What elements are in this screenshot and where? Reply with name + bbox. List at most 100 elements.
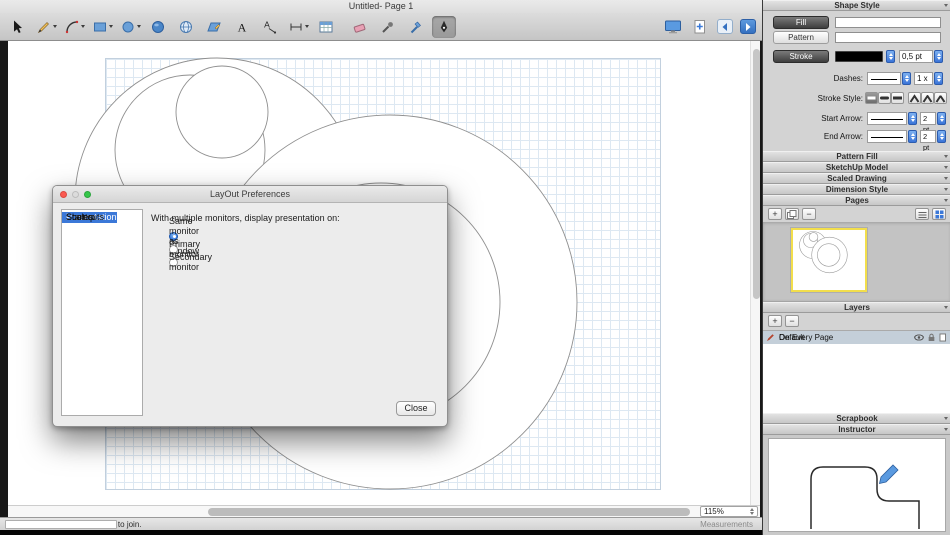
cap-square-button[interactable] [891,92,904,104]
page-list-view-button[interactable] [915,208,929,220]
chevron-down-icon [53,25,57,28]
add-page-button[interactable] [690,16,710,38]
select-tool-button[interactable] [6,16,30,38]
collapse-icon[interactable] [944,177,948,180]
fill-button[interactable]: Fill [773,16,829,29]
rectangle-tool-button[interactable] [90,16,114,38]
fill-color-swatch[interactable] [835,17,941,28]
start-arrow-size-stepper[interactable] [937,112,946,125]
vertical-scrollbar-thumb[interactable] [753,49,760,299]
collapse-icon[interactable] [944,166,948,169]
style-tool-button[interactable] [376,16,400,38]
end-arrow-size-stepper[interactable] [937,130,946,143]
collapse-icon[interactable] [944,155,948,158]
arrow-left-icon [720,22,730,32]
share-page-icon[interactable] [939,333,947,342]
stroke-width-value[interactable]: 0,5 pt [899,50,933,63]
chevron-down-icon [109,25,113,28]
close-button[interactable]: Close [396,401,436,416]
add-layer-button[interactable]: + [768,315,782,327]
horizontal-scrollbar-thumb[interactable] [208,508,690,516]
start-presentation-button[interactable] [663,16,683,38]
close-window-icon[interactable] [60,191,67,198]
label-tool-button[interactable]: A [258,16,282,38]
join-tool-button[interactable] [432,16,456,38]
panel-header-layers[interactable]: Layers [763,302,950,313]
panel-header-dimension-style[interactable]: Dimension Style [763,184,950,195]
vertical-scrollbar[interactable] [750,41,760,505]
end-arrow-style-stepper[interactable] [908,130,917,143]
end-arrow-dropdown[interactable] [867,130,907,143]
panel-header-pattern-fill[interactable]: Pattern Fill [763,151,950,162]
add-page-small-button[interactable]: + [768,208,782,220]
lock-icon[interactable] [927,333,936,342]
end-arrow-size[interactable]: 2 pt [920,130,936,143]
dashes-scale-value[interactable]: 1 x [914,72,933,85]
collapse-icon[interactable] [944,199,948,202]
freehand-tool-button[interactable] [202,16,226,38]
panel-header-scrapbook[interactable]: Scrapbook [763,413,950,424]
collapse-icon[interactable] [944,188,948,191]
collapse-icon[interactable] [944,417,948,420]
table-tool-button[interactable] [314,16,338,38]
zoom-window-icon[interactable] [84,191,91,198]
collapse-icon[interactable] [944,306,948,309]
panel-header-pages[interactable]: Pages [763,195,950,206]
dashes-pattern-dropdown[interactable] [867,72,901,85]
offset-tool-button[interactable] [174,16,198,38]
cap-butt-button[interactable] [865,92,878,104]
pref-item-startup[interactable]: Startup [62,212,95,223]
eraser-tool-button[interactable] [348,16,372,38]
pattern-swatch[interactable] [835,32,941,43]
panel-header-shape-style[interactable]: Shape Style [763,0,950,11]
style-dropper-icon [380,19,396,35]
join-miter-button[interactable] [908,92,921,104]
dialog-titlebar[interactable]: LayOut Preferences [53,186,447,203]
stroke-button[interactable]: Stroke [773,50,829,63]
text-tool-button[interactable]: A [230,16,254,38]
measurements-label: Measurements [700,520,753,529]
delete-page-button[interactable]: − [802,208,816,220]
circle-tool-button[interactable] [118,16,142,38]
dimension-tool-button[interactable] [286,16,310,38]
delete-layer-button[interactable]: − [785,315,799,327]
start-arrow-style-stepper[interactable] [908,112,917,125]
panel-header-scaled-drawing[interactable]: Scaled Drawing [763,173,950,184]
rectangle-icon [92,19,108,35]
pattern-button[interactable]: Pattern [773,31,829,44]
dashes-scale-stepper[interactable] [934,72,943,85]
layer-row-on-every-page[interactable]: On Every Page [763,331,950,344]
cap-round-button[interactable] [878,92,891,104]
measurements-input[interactable] [5,520,117,529]
dashes-pattern-stepper[interactable] [902,72,911,85]
pages-thumbnails-area[interactable] [763,222,950,302]
duplicate-page-button[interactable] [785,208,799,220]
page-thumbnail-selected[interactable] [791,228,867,292]
layers-list: Default On Every Page [763,330,950,413]
collapse-icon[interactable] [944,428,948,431]
start-arrow-dropdown[interactable] [867,112,907,125]
stroke-color-swatch[interactable] [835,51,883,62]
visibility-eye-icon[interactable] [914,333,924,342]
join-round-button[interactable] [921,92,934,104]
stroke-width-stepper[interactable] [934,50,943,63]
next-page-button[interactable] [740,19,756,34]
line-tool-button[interactable] [34,16,58,38]
zoom-stepper-icon[interactable] [750,508,754,515]
polygon-tool-button[interactable] [146,16,170,38]
panel-header-sketchup-model[interactable]: SketchUp Model [763,162,950,173]
page-grid-view-button[interactable] [932,208,946,220]
panel-header-instructor[interactable]: Instructor [763,424,950,435]
stroke-color-stepper[interactable] [886,50,895,63]
start-arrow-size[interactable]: 2 pt [920,112,936,125]
arrow-right-icon [743,22,753,32]
duplicate-pages-icon [787,210,797,219]
select-arrow-icon [10,19,26,35]
split-tool-button[interactable] [404,16,428,38]
list-view-icon [918,211,927,219]
join-bevel-button[interactable] [934,92,947,104]
zoom-dropdown[interactable]: 115% [700,506,758,517]
previous-page-button[interactable] [717,19,733,34]
arc-tool-button[interactable] [62,16,86,38]
collapse-icon[interactable] [944,4,948,7]
